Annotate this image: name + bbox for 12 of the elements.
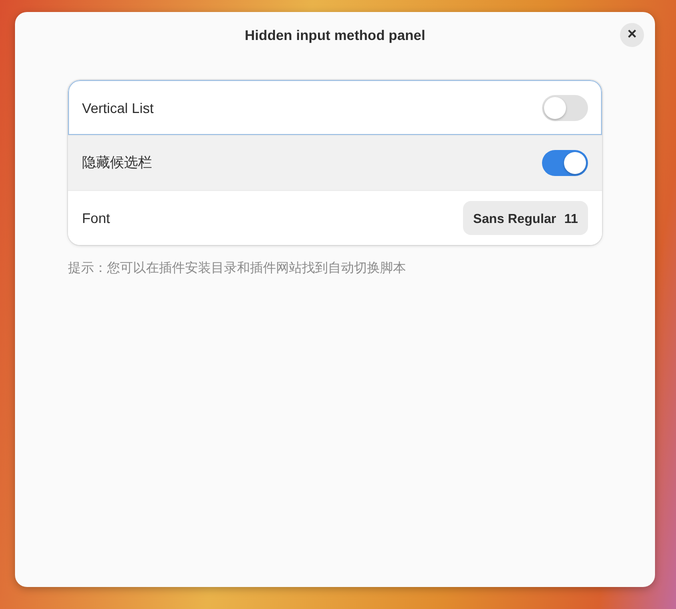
row-label: 隐藏候选栏: [82, 154, 152, 172]
settings-row[interactable]: 隐藏候选栏: [68, 135, 602, 190]
window-title: Hidden input method panel: [244, 27, 426, 43]
hint-text: 提示：您可以在插件安装目录和插件网站找到自动切换脚本: [68, 259, 407, 277]
toggle-switch[interactable]: [542, 150, 588, 176]
row-label: Font: [82, 210, 110, 226]
font-button[interactable]: Sans Regular 11: [463, 201, 588, 235]
settings-row[interactable]: Vertical List: [68, 80, 602, 135]
settings-row[interactable]: Font Sans Regular 11: [68, 190, 602, 245]
row-label: Vertical List: [82, 100, 154, 116]
close-button[interactable]: ×: [620, 23, 644, 47]
toggle-switch[interactable]: [542, 94, 588, 120]
